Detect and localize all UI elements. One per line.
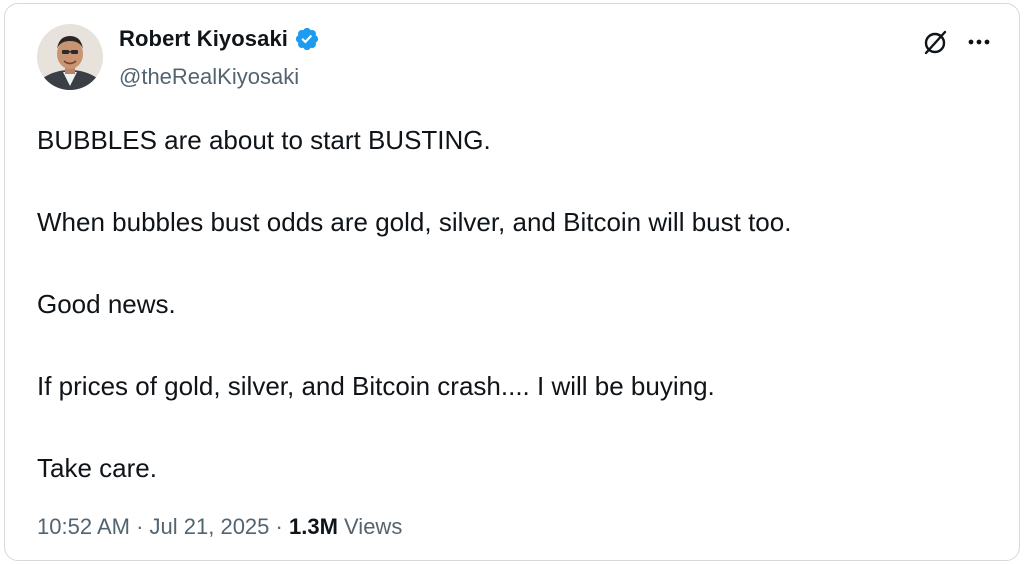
avatar[interactable] — [37, 24, 103, 90]
grok-slash-circle-icon — [924, 30, 947, 55]
tweet-time[interactable]: 10:52 AM — [37, 514, 130, 539]
views-label[interactable]: Views — [344, 514, 402, 539]
verified-badge-icon[interactable] — [294, 26, 320, 52]
author-name-row: Robert Kiyosaki — [119, 26, 320, 52]
tweet-meta: 10:52 AM · Jul 21, 2025 · 1.3M Views — [37, 514, 402, 540]
more-horizontal-icon — [968, 39, 990, 45]
tweet-paragraph: When bubbles bust odds are gold, silver,… — [37, 207, 792, 237]
tweet-paragraph: Take care. — [37, 453, 157, 483]
tweet-card[interactable]: Robert Kiyosaki @theRealKiyosaki BUBBLES… — [4, 3, 1020, 561]
tweet-text: BUBBLES are about to start BUSTING. When… — [37, 124, 997, 484]
profile-photo-icon — [37, 24, 103, 90]
meta-separator: · — [275, 514, 283, 539]
more-options-button[interactable] — [965, 30, 997, 54]
tweet-date[interactable]: Jul 21, 2025 — [150, 514, 270, 539]
grok-button[interactable] — [921, 29, 949, 57]
author-handle[interactable]: @theRealKiyosaki — [119, 64, 299, 90]
views-count[interactable]: 1.3M — [289, 514, 338, 539]
tweet-paragraph: BUBBLES are about to start BUSTING. — [37, 125, 491, 155]
meta-separator: · — [136, 514, 144, 539]
author-display-name[interactable]: Robert Kiyosaki — [119, 26, 288, 52]
tweet-paragraph: Good news. — [37, 289, 176, 319]
tweet-paragraph: If prices of gold, silver, and Bitcoin c… — [37, 371, 715, 401]
